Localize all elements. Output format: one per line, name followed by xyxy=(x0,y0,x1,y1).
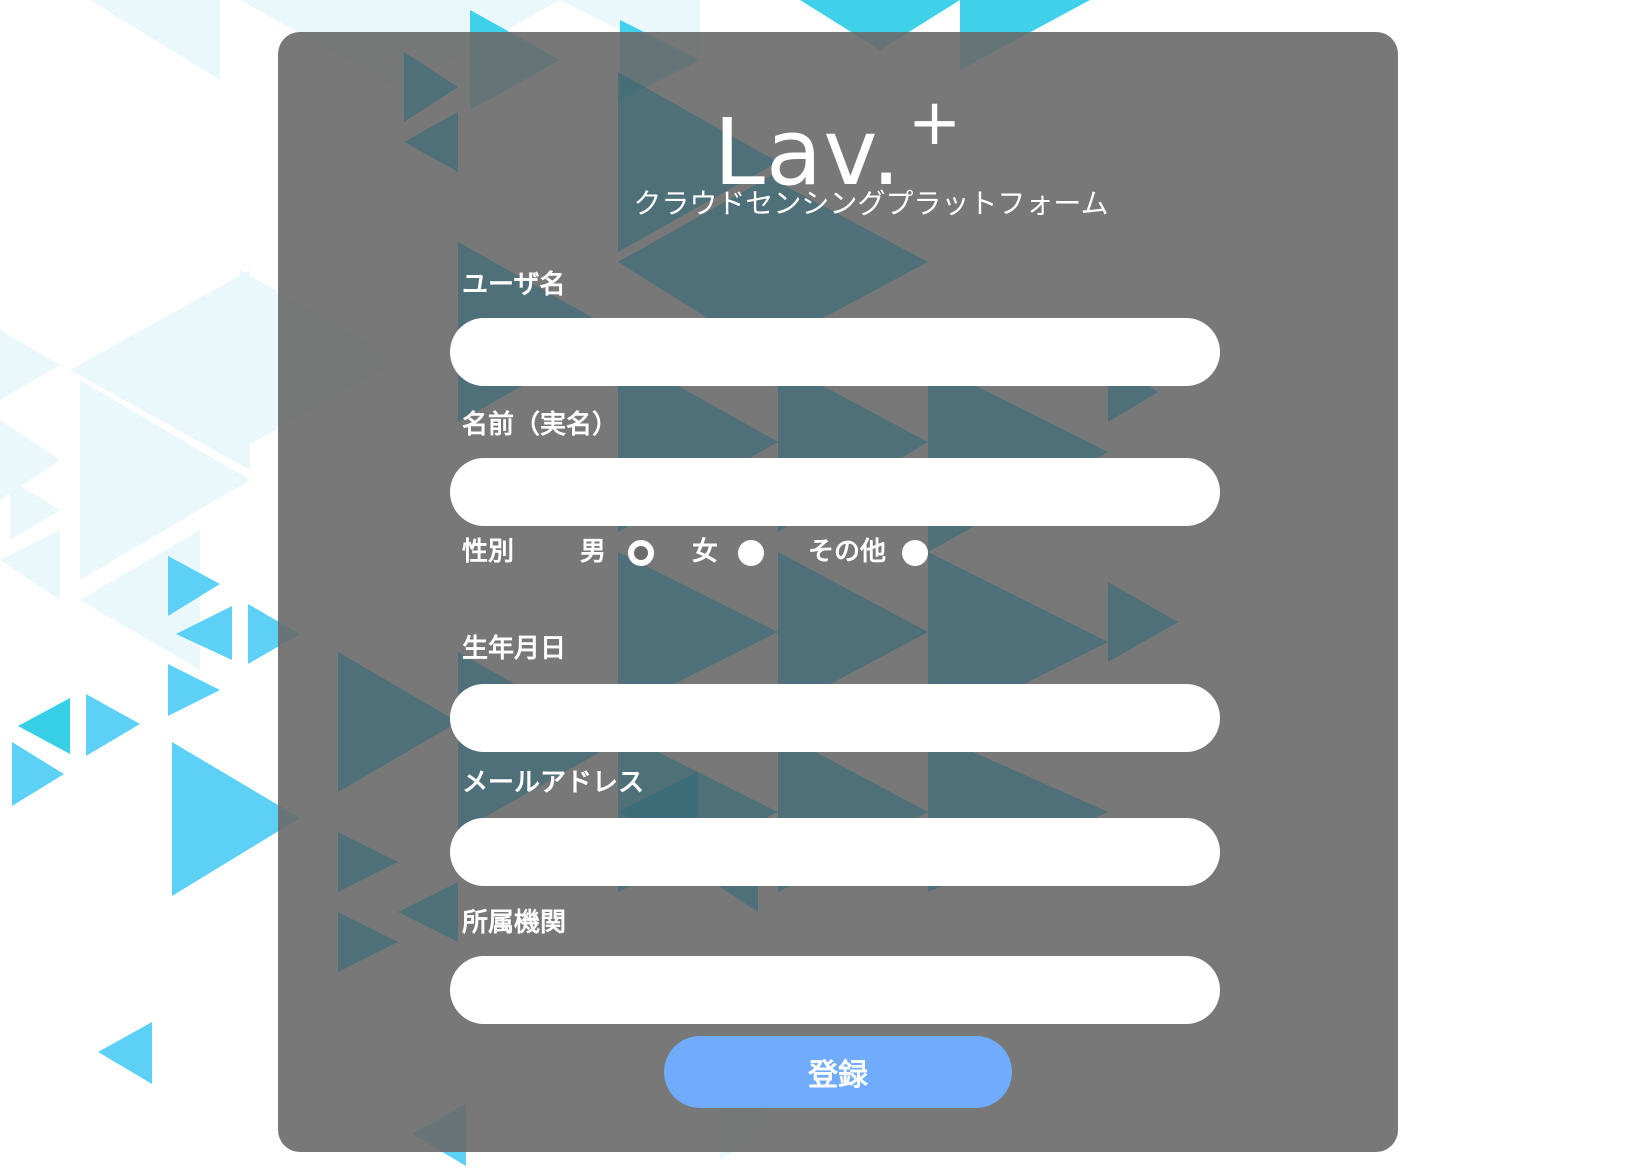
email-label: メールアドレス xyxy=(462,768,645,798)
affiliation-label: 所属機関 xyxy=(462,908,567,938)
birthdate-label: 生年月日 xyxy=(462,634,567,664)
registration-page: Lav.+ クラウドセンシングプラットフォーム ユーザ名 名前（実名） 性別 男… xyxy=(0,0,1652,1174)
gender-other-radio[interactable] xyxy=(902,540,928,566)
gender-female-radio[interactable] xyxy=(738,540,764,566)
gender-male-radio[interactable] xyxy=(628,540,654,566)
registration-panel: Lav.+ クラウドセンシングプラットフォーム ユーザ名 名前（実名） 性別 男… xyxy=(278,32,1398,1152)
email-input[interactable] xyxy=(450,818,1220,886)
real-name-input[interactable] xyxy=(450,458,1220,526)
logo-plus: + xyxy=(907,86,963,160)
gender-label: 性別 xyxy=(462,537,515,567)
real-name-label: 名前（実名） xyxy=(462,410,619,440)
register-button[interactable]: 登録 xyxy=(664,1036,1012,1108)
username-label: ユーザ名 xyxy=(462,270,566,300)
platform-subtitle: クラウドセンシングプラットフォーム xyxy=(633,187,1109,220)
gender-option-female-label: 女 xyxy=(692,537,719,567)
birthdate-input[interactable] xyxy=(450,684,1220,752)
gender-option-other-label: その他 xyxy=(808,537,887,567)
gender-radio-group: 性別 男 女 その他 xyxy=(462,532,1222,572)
affiliation-input[interactable] xyxy=(450,956,1220,1024)
gender-option-male-label: 男 xyxy=(580,537,607,567)
username-input[interactable] xyxy=(450,318,1220,386)
